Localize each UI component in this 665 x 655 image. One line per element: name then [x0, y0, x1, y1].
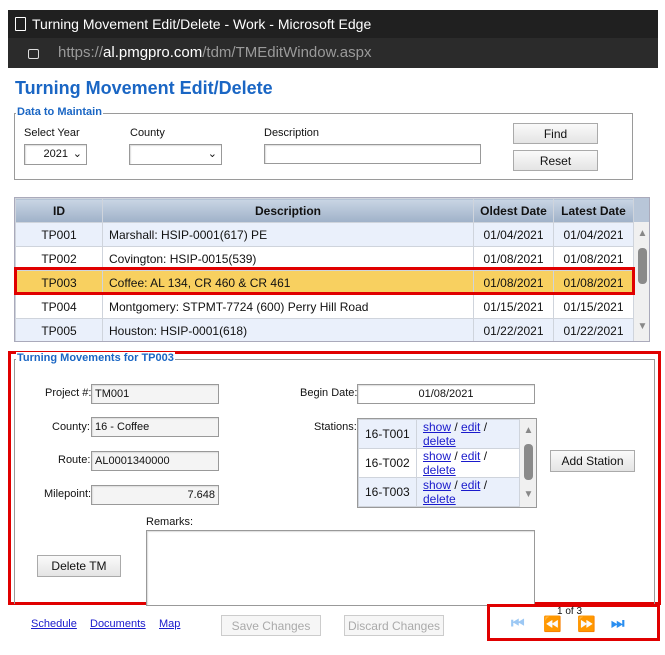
scroll-up-icon[interactable]: ▲: [634, 228, 649, 239]
cell-latest: 01/04/2021: [553, 222, 634, 247]
stations-list: 16-T001 show / edit / delete 16-T002 show …: [357, 418, 537, 508]
col-id[interactable]: ID: [15, 198, 103, 223]
county-detail-label: County:: [52, 421, 90, 433]
cell-id: TP005: [15, 318, 103, 341]
county-field[interactable]: 16 - Coffee: [91, 417, 219, 437]
delete-tm-button[interactable]: Delete TM: [37, 555, 121, 577]
url-domain: al.pmgpro.com: [103, 44, 203, 61]
separator: /: [483, 478, 488, 492]
show-link[interactable]: show: [423, 420, 451, 434]
station-row: 16-T003 show / edit / delete: [358, 477, 520, 507]
cell-oldest: 01/15/2021: [473, 294, 554, 319]
route-field[interactable]: AL0001340000: [91, 451, 219, 471]
year-value: 2021: [43, 148, 68, 160]
save-changes-button[interactable]: Save Changes: [221, 615, 321, 636]
map-link[interactable]: Map: [159, 618, 180, 630]
show-link[interactable]: show: [423, 449, 451, 463]
chevron-down-icon: ⌄: [207, 148, 217, 160]
page-title: Turning Movement Edit/Delete: [15, 78, 273, 98]
edit-link[interactable]: edit: [461, 449, 480, 463]
col-description[interactable]: Description: [102, 198, 474, 223]
edit-link[interactable]: edit: [461, 478, 480, 492]
separator: /: [454, 478, 458, 492]
delete-link[interactable]: delete: [423, 463, 456, 477]
page-icon: [15, 17, 26, 31]
address-bar[interactable]: https://al.pmgpro.com/tdm/TMEditWindow.a…: [8, 38, 658, 68]
separator: /: [483, 420, 488, 434]
show-link[interactable]: show: [423, 478, 451, 492]
begin-date-field[interactable]: 01/08/2021: [357, 384, 535, 404]
remarks-label: Remarks:: [146, 516, 194, 528]
documents-link[interactable]: Documents: [90, 618, 146, 630]
edit-link[interactable]: edit: [461, 420, 480, 434]
delete-link[interactable]: delete: [423, 492, 456, 506]
station-row: 16-T002 show / edit / delete: [358, 448, 520, 478]
url-path: /tdm/TMEditWindow.aspx: [202, 44, 372, 61]
stations-label: Stations:: [314, 421, 357, 433]
scroll-up-icon[interactable]: ▲: [520, 425, 536, 436]
cell-latest: 01/22/2021: [553, 318, 634, 341]
scroll-down-icon[interactable]: ▼: [634, 321, 649, 332]
delete-link[interactable]: delete: [423, 434, 456, 448]
next-page-icon[interactable]: ⏩: [577, 615, 596, 633]
cell-id: TP001: [15, 222, 103, 247]
cell-oldest: 01/22/2021: [473, 318, 554, 341]
milepoint-field[interactable]: 7.648: [91, 485, 219, 505]
station-id: 16-T002: [358, 448, 417, 478]
chevron-down-icon: ⌄: [72, 148, 82, 160]
stations-scrollbar[interactable]: ▲ ▼: [520, 419, 536, 507]
description-label: Description: [264, 127, 320, 139]
cell-oldest: 01/04/2021: [473, 222, 554, 247]
county-label: County: [130, 127, 165, 139]
scroll-thumb[interactable]: [524, 444, 533, 480]
col-oldest[interactable]: Oldest Date: [473, 198, 554, 223]
reset-button[interactable]: Reset: [513, 150, 598, 171]
separator: /: [483, 449, 488, 463]
scroll-down-icon[interactable]: ▼: [520, 489, 536, 500]
scroll-thumb[interactable]: [638, 248, 647, 284]
window-title: Turning Movement Edit/Delete - Work - Mi…: [32, 16, 372, 32]
project-field[interactable]: TM001: [91, 384, 219, 404]
col-latest[interactable]: Latest Date: [553, 198, 634, 223]
previous-page-icon[interactable]: ⏪: [543, 615, 562, 633]
selected-row-highlight: [14, 267, 635, 295]
detail-legend: Turning Movements for TP003: [16, 352, 175, 364]
route-label: Route:: [58, 454, 91, 466]
schedule-link[interactable]: Schedule: [31, 618, 77, 630]
browser-title-bar: Turning Movement Edit/Delete - Work - Mi…: [8, 10, 658, 38]
last-page-icon[interactable]: ⏭: [611, 615, 625, 632]
table-row[interactable]: TP004 Montgomery: STPMT-7724 (600) Perry …: [15, 294, 634, 319]
table-row[interactable]: TP005 Houston: HSIP-0001(618) 01/22/2021 01…: [15, 318, 634, 341]
grid-scrollbar[interactable]: ▲ ▼: [634, 198, 649, 341]
empty-cell: [358, 506, 417, 507]
empty-cell: [416, 506, 520, 507]
cell-id: TP004: [15, 294, 103, 319]
station-id: 16-T001: [358, 419, 417, 449]
discard-changes-button[interactable]: Discard Changes: [344, 615, 444, 636]
separator: /: [454, 449, 458, 463]
cell-description: Marshall: HSIP-0001(617) PE: [102, 222, 474, 247]
county-select[interactable]: ⌄: [129, 144, 222, 165]
milepoint-label: Milepoint:: [44, 488, 92, 500]
first-page-icon[interactable]: ⏮: [511, 615, 525, 632]
remarks-textarea[interactable]: [146, 530, 535, 606]
begin-date-label: Begin Date:: [300, 387, 358, 399]
filter-legend: Data to Maintain: [16, 106, 103, 118]
table-row[interactable]: TP001 Marshall: HSIP-0001(617) PE 01/04/20…: [15, 222, 634, 247]
station-row-empty: [358, 506, 520, 507]
description-input[interactable]: [264, 144, 481, 164]
find-button[interactable]: Find: [513, 123, 598, 144]
cell-description: Houston: HSIP-0001(618): [102, 318, 474, 341]
add-station-button[interactable]: Add Station: [550, 450, 635, 472]
year-select[interactable]: 2021 ⌄: [24, 144, 87, 165]
lock-icon: [28, 49, 39, 59]
url-prefix: https://: [58, 44, 104, 61]
station-row: 16-T001 show / edit / delete: [358, 419, 520, 449]
cell-latest: 01/15/2021: [553, 294, 634, 319]
separator: /: [454, 420, 458, 434]
project-label: Project #:: [45, 387, 92, 399]
station-id: 16-T003: [358, 477, 417, 507]
year-label: Select Year: [24, 127, 80, 139]
cell-description: Montgomery: STPMT-7724 (600) Perry Hill …: [102, 294, 474, 319]
